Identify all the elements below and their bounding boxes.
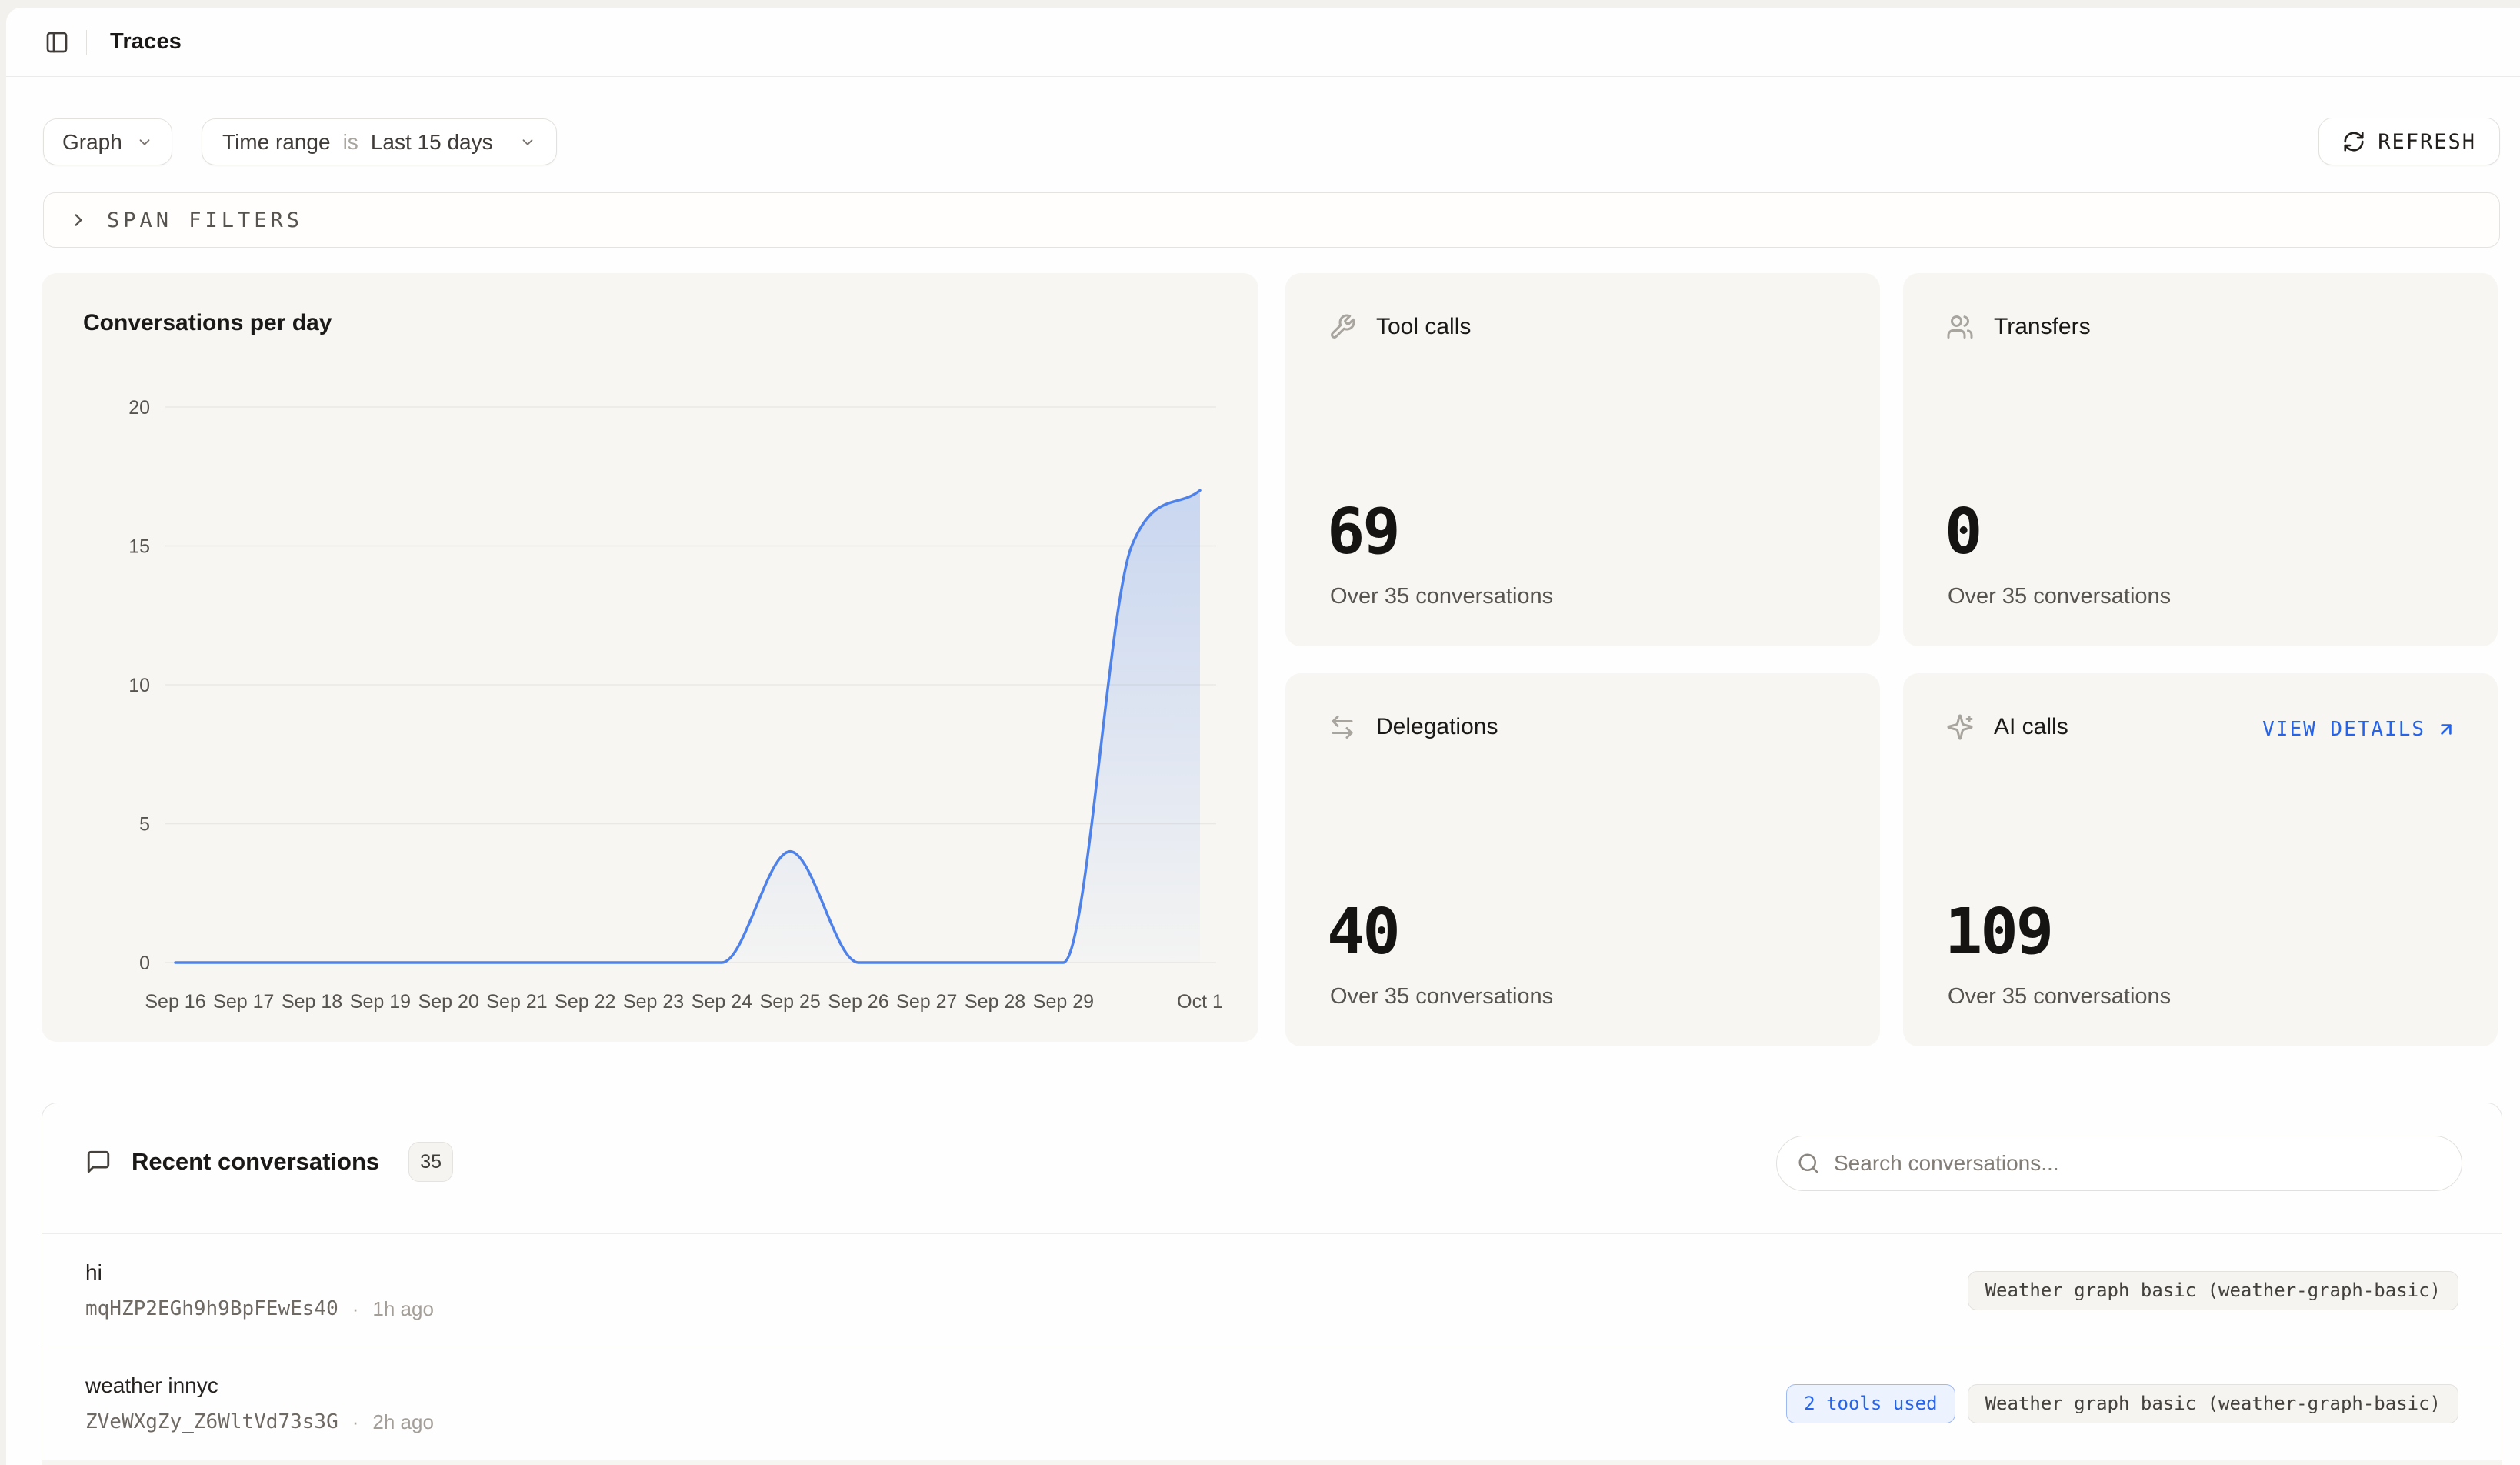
agent-badge: Weather graph basic (weather-graph-basic… (1968, 1271, 2458, 1310)
span-filters-label: SPAN FILTERS (107, 209, 303, 232)
conversation-time: 2h ago (372, 1410, 434, 1434)
svg-text:15: 15 (128, 536, 150, 558)
tool-calls-card: Tool calls 69 Over 35 conversations (1285, 273, 1880, 646)
svg-text:Sep 27: Sep 27 (896, 991, 957, 1013)
svg-text:Oct 1: Oct 1 (1177, 991, 1223, 1013)
conversation-time: 1h ago (372, 1297, 434, 1321)
refresh-button[interactable]: REFRESH (2318, 118, 2500, 165)
svg-text:0: 0 (139, 953, 150, 974)
meta-separator: · (352, 1410, 359, 1434)
time-range-operator: is (343, 130, 358, 155)
stat-title: Tool calls (1376, 314, 1471, 340)
conversation-title: hi (85, 1260, 434, 1285)
conversations-area-chart: 0 5 10 15 20 Sep 16 Sep 17 Sep 18 Sep 19 Sep 20 Se… (42, 273, 1258, 1042)
app-header: Traces (6, 8, 2520, 77)
chart-title: Conversations per day (83, 310, 332, 336)
stat-value: 0 (1945, 501, 1980, 564)
chat-bubble-icon (85, 1149, 112, 1175)
search-box (1776, 1136, 2462, 1191)
swap-arrows-icon (1328, 713, 1356, 741)
conversation-count-badge: 35 (408, 1142, 453, 1182)
conversation-row[interactable]: hi mqHZP2EGh9h9BpFEwEs40 · 1h ago Weathe… (42, 1233, 2502, 1347)
users-icon (1946, 313, 1974, 341)
chevron-down-icon (519, 134, 536, 151)
conversation-row[interactable]: weather innyc ZVeWXgZy_Z6WltVd73s3G · 2h… (42, 1347, 2502, 1460)
main-panel: Traces Graph Time range is Last 15 days … (6, 8, 2520, 1465)
svg-text:Sep 25: Sep 25 (760, 991, 821, 1013)
refresh-label: REFRESH (2378, 130, 2476, 154)
svg-text:Sep 22: Sep 22 (555, 991, 615, 1013)
stat-title: Delegations (1376, 714, 1498, 740)
next-row-partial (42, 1460, 2502, 1465)
transfers-card: Transfers 0 Over 35 conversations (1903, 273, 2498, 646)
sparkles-icon (1946, 713, 1974, 741)
span-filters-toggle[interactable]: SPAN FILTERS (43, 192, 2500, 248)
view-details-link[interactable]: VIEW DETAILS (2262, 718, 2456, 741)
conversation-title: weather innyc (85, 1373, 434, 1398)
delegations-card: Delegations 40 Over 35 conversations (1285, 673, 1880, 1046)
svg-text:Sep 26: Sep 26 (828, 991, 888, 1013)
stat-subtitle: Over 35 conversations (1330, 984, 1553, 1009)
svg-text:Sep 21: Sep 21 (486, 991, 547, 1013)
stat-value: 40 (1327, 901, 1398, 964)
stat-value: 69 (1327, 501, 1398, 564)
time-range-dropdown[interactable]: Time range is Last 15 days (202, 118, 557, 165)
view-mode-label: Graph (62, 130, 122, 155)
svg-text:5: 5 (139, 814, 150, 836)
stat-subtitle: Over 35 conversations (1330, 584, 1553, 609)
recent-conversations-card: Recent conversations 35 hi mqHZP2EGh9h9B… (42, 1103, 2502, 1465)
arrow-up-right-icon (2436, 719, 2456, 739)
svg-text:Sep 20: Sep 20 (418, 991, 479, 1013)
svg-text:10: 10 (128, 675, 150, 696)
svg-text:20: 20 (128, 397, 150, 419)
meta-separator: · (352, 1297, 359, 1321)
svg-text:Sep 18: Sep 18 (282, 991, 342, 1013)
time-range-field: Time range (222, 130, 331, 155)
refresh-icon (2342, 130, 2365, 153)
agent-badge: Weather graph basic (weather-graph-basic… (1968, 1384, 2458, 1423)
page-title: Traces (110, 29, 182, 55)
conversations-chart-card: 0 5 10 15 20 Sep 16 Sep 17 Sep 18 Sep 19 Sep 20 Se… (42, 273, 1258, 1042)
stat-value: 109 (1945, 901, 2052, 964)
svg-text:Sep 19: Sep 19 (350, 991, 411, 1013)
chevron-right-icon (68, 210, 88, 230)
conversation-id: ZVeWXgZy_Z6WltVd73s3G (85, 1410, 338, 1433)
tools-used-badge: 2 tools used (1786, 1384, 1955, 1423)
recent-conversations-header: Recent conversations 35 (42, 1103, 2502, 1233)
recent-conversations-title: Recent conversations (132, 1148, 379, 1176)
search-input[interactable] (1834, 1151, 2442, 1176)
svg-text:Sep 29: Sep 29 (1033, 991, 1094, 1013)
panel-left-icon (45, 30, 69, 55)
stat-subtitle: Over 35 conversations (1948, 584, 2171, 609)
svg-text:Sep 16: Sep 16 (145, 991, 205, 1013)
stat-subtitle: Over 35 conversations (1948, 984, 2171, 1009)
view-mode-dropdown[interactable]: Graph (43, 118, 172, 165)
wrench-icon (1328, 313, 1356, 341)
svg-text:Sep 23: Sep 23 (623, 991, 684, 1013)
ai-calls-card: AI calls VIEW DETAILS 109 Over 35 conver… (1903, 673, 2498, 1046)
stat-title: Transfers (1994, 314, 2091, 340)
header-divider (86, 30, 87, 55)
time-range-value: Last 15 days (371, 130, 493, 155)
stat-title: AI calls (1994, 714, 2068, 740)
svg-text:Sep 24: Sep 24 (692, 991, 752, 1013)
svg-text:Sep 17: Sep 17 (213, 991, 274, 1013)
conversation-id: mqHZP2EGh9h9BpFEwEs40 (85, 1297, 338, 1320)
chevron-down-icon (136, 134, 153, 151)
view-details-label: VIEW DETAILS (2262, 718, 2425, 741)
search-icon (1797, 1152, 1820, 1175)
svg-text:Sep 28: Sep 28 (965, 991, 1025, 1013)
sidebar-toggle-button[interactable] (38, 24, 75, 61)
